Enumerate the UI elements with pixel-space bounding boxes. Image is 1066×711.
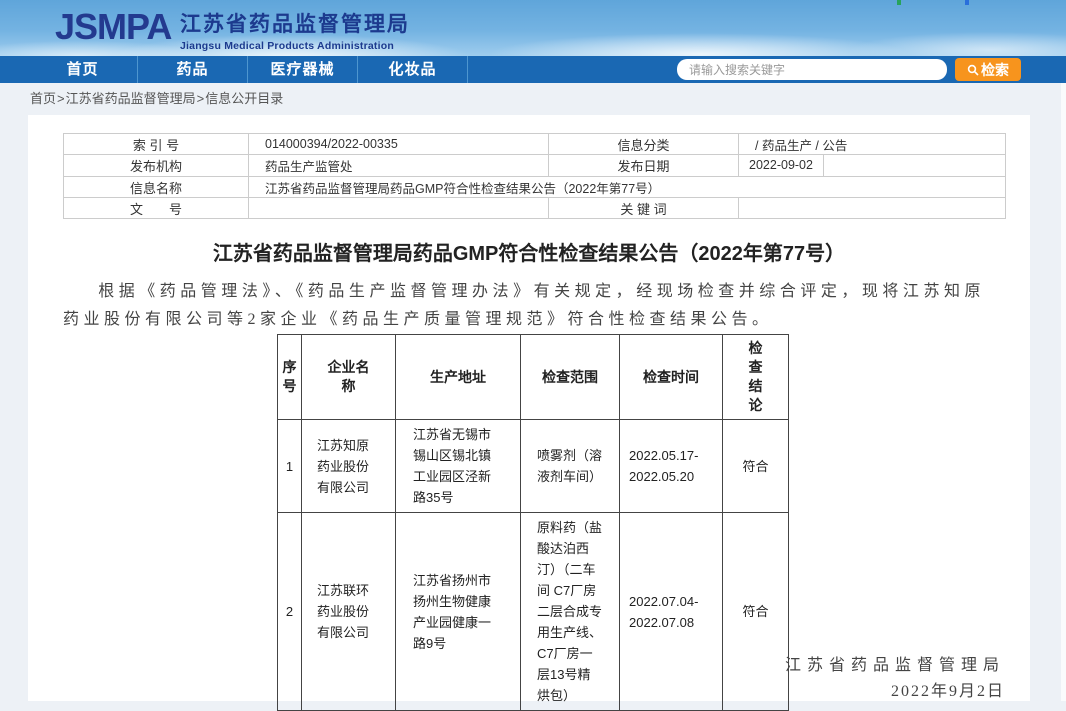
cell-scope: 喷雾剂（溶液剂车间） bbox=[521, 420, 620, 513]
cell-company: 江苏知原药业股份有限公司 bbox=[302, 420, 396, 513]
cell-time: 2022.07.04-2022.07.08 bbox=[620, 513, 723, 711]
nav-item-medical-devices[interactable]: 医疗器械 bbox=[248, 56, 358, 83]
meta-row-name: 信息名称 江苏省药品监督管理局药品GMP符合性检查结果公告（2022年第77号） bbox=[64, 177, 1006, 198]
nav-item-home[interactable]: 首页 bbox=[28, 56, 138, 83]
document-meta-table: 索 引 号 014000394/2022-00335 信息分类 / 药品生产 /… bbox=[63, 133, 1006, 219]
breadcrumb-org[interactable]: 江苏省药品监督管理局 bbox=[66, 91, 196, 106]
nav-item-drugs[interactable]: 药品 bbox=[138, 56, 248, 83]
meta-keyword-label: 关 键 词 bbox=[549, 198, 739, 219]
org-name-en: Jiangsu Medical Products Administration bbox=[180, 40, 410, 52]
meta-keyword-value bbox=[739, 198, 1006, 219]
meta-index-label: 索 引 号 bbox=[64, 134, 249, 155]
col-header-scope: 检查范围 bbox=[521, 335, 620, 420]
main-nav: 首页 药品 医疗器械 化妆品 检索 bbox=[0, 56, 1066, 83]
breadcrumb: 首页>江苏省药品监督管理局>信息公开目录 bbox=[30, 83, 283, 115]
meta-index-value: 014000394/2022-00335 bbox=[249, 134, 549, 155]
cell-scope: 原料药（盐酸达泊西汀）（二车间 C7厂房二层合成专用生产线、C7厂房一层13号精… bbox=[521, 513, 620, 711]
signature-date: 2022年9月2日 bbox=[785, 679, 1005, 705]
search-button[interactable]: 检索 bbox=[955, 58, 1021, 81]
breadcrumb-home[interactable]: 首页 bbox=[30, 91, 56, 106]
meta-name-value: 江苏省药品监督管理局药品GMP符合性检查结果公告（2022年第77号） bbox=[249, 177, 1006, 198]
meta-name-label: 信息名称 bbox=[64, 177, 249, 198]
cell-address: 江苏省扬州市扬州生物健康产业园健康一路9号 bbox=[396, 513, 521, 711]
nav-item-cosmetics[interactable]: 化妆品 bbox=[358, 56, 468, 83]
meta-date-value: 2022-09-02 bbox=[739, 155, 824, 176]
cell-time: 2022.05.17-2022.05.20 bbox=[620, 420, 723, 513]
cell-company: 江苏联环药业股份有限公司 bbox=[302, 513, 396, 711]
content-panel: 索 引 号 014000394/2022-00335 信息分类 / 药品生产 /… bbox=[28, 115, 1030, 701]
blue-dot bbox=[965, 0, 969, 5]
meta-row-docno: 文 号 关 键 词 bbox=[64, 198, 1006, 219]
cell-conclusion: 符合 bbox=[723, 420, 789, 513]
site-header: JSMPA 江苏省药品监督管理局 Jiangsu Medical Product… bbox=[0, 0, 1066, 56]
article-paragraph: 根据《药品管理法》、《药品生产监督管理办法》有关规定，经现场检查并综合评定，现将… bbox=[63, 278, 985, 334]
scrollbar[interactable] bbox=[1061, 83, 1066, 701]
col-header-conclusion: 检查结论 bbox=[723, 335, 789, 420]
search-button-label: 检索 bbox=[981, 60, 1009, 80]
org-name-cn: 江苏省药品监督管理局 bbox=[180, 8, 410, 38]
signature-block: 江苏省药品监督管理局 2022年9月2日 bbox=[785, 653, 1005, 705]
page-title: 江苏省药品监督管理局药品GMP符合性检查结果公告（2022年第77号） bbox=[28, 237, 1030, 266]
cell-address: 江苏省无锡市锡山区锡北镇工业园区泾新路35号 bbox=[396, 420, 521, 513]
cell-conclusion: 符合 bbox=[723, 513, 789, 711]
breadcrumb-current: 信息公开目录 bbox=[205, 91, 283, 106]
meta-row-index: 索 引 号 014000394/2022-00335 信息分类 / 药品生产 /… bbox=[64, 134, 1006, 155]
jsmpa-logo: JSMPA bbox=[55, 6, 171, 48]
meta-row-agency: 发布机构 药品生产监管处 发布日期 2022-09-02 bbox=[64, 155, 1006, 177]
meta-category-value: / 药品生产 / 公告 bbox=[739, 134, 1006, 155]
cell-seq: 1 bbox=[278, 420, 302, 513]
search-icon bbox=[967, 64, 979, 76]
meta-docno-label: 文 号 bbox=[64, 198, 249, 219]
table-row: 2 江苏联环药业股份有限公司 江苏省扬州市扬州生物健康产业园健康一路9号 原料药… bbox=[278, 513, 789, 711]
org-name-block: 江苏省药品监督管理局 Jiangsu Medical Products Admi… bbox=[180, 8, 410, 52]
gmp-results-table: 序号 企业名称 生产地址 检查范围 检查时间 检查结论 1 江苏知原药业股份有限… bbox=[277, 334, 789, 711]
breadcrumb-bar: 首页>江苏省药品监督管理局>信息公开目录 bbox=[0, 83, 1066, 115]
col-header-seq: 序号 bbox=[278, 335, 302, 420]
breadcrumb-separator: > bbox=[57, 91, 65, 106]
meta-docno-value bbox=[249, 198, 549, 219]
meta-category-label: 信息分类 bbox=[549, 134, 739, 155]
search-input[interactable] bbox=[677, 59, 947, 80]
meta-date-label: 发布日期 bbox=[549, 155, 739, 177]
meta-agency-label: 发布机构 bbox=[64, 155, 249, 177]
col-header-company: 企业名称 bbox=[302, 335, 396, 420]
cell-seq: 2 bbox=[278, 513, 302, 711]
results-header-row: 序号 企业名称 生产地址 检查范围 检查时间 检查结论 bbox=[278, 335, 789, 420]
table-row: 1 江苏知原药业股份有限公司 江苏省无锡市锡山区锡北镇工业园区泾新路35号 喷雾… bbox=[278, 420, 789, 513]
breadcrumb-separator: > bbox=[197, 91, 205, 106]
signature-org: 江苏省药品监督管理局 bbox=[785, 653, 1005, 679]
col-header-time: 检查时间 bbox=[620, 335, 723, 420]
green-dot bbox=[897, 0, 901, 5]
col-header-address: 生产地址 bbox=[396, 335, 521, 420]
meta-agency-value: 药品生产监管处 bbox=[249, 155, 549, 177]
